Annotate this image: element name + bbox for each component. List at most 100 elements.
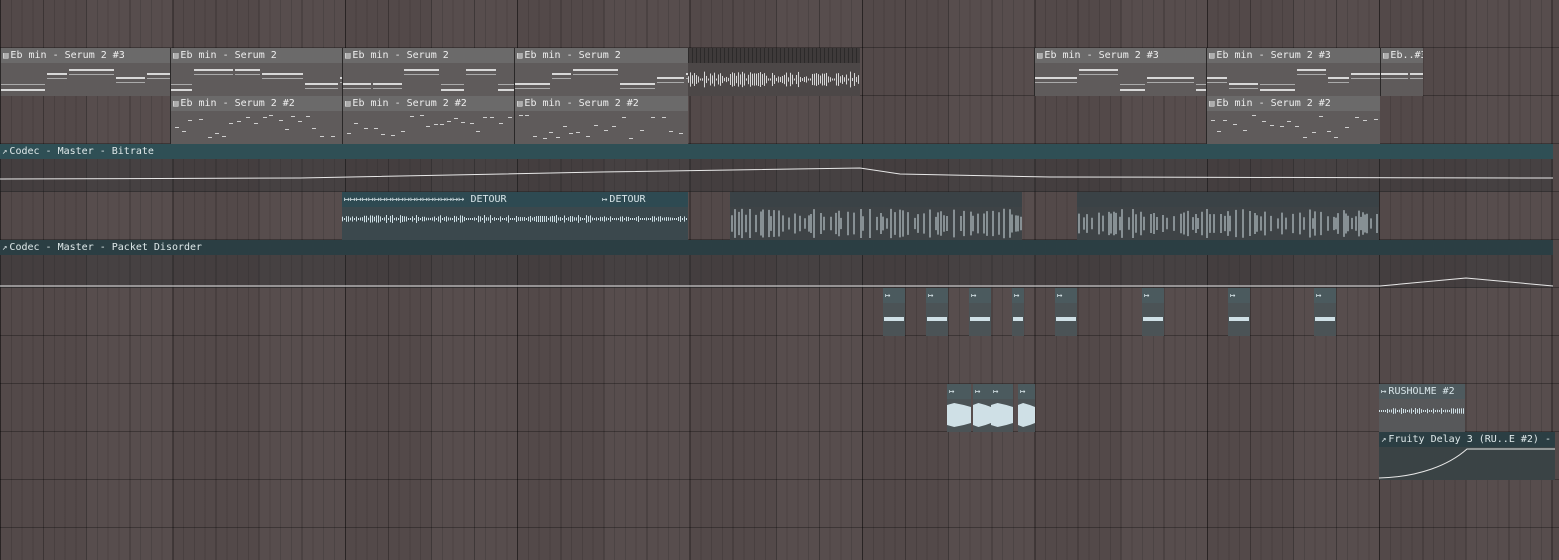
note-preview	[171, 63, 342, 96]
audio-clip-chop[interactable]: ↦	[1018, 384, 1035, 432]
automation-icon: ↗	[2, 147, 8, 157]
automation-curve	[0, 255, 1553, 288]
audio-clip-rusholme[interactable]: ↦ RUSHOLME #2	[1379, 384, 1465, 432]
waveform-graphic	[884, 317, 904, 321]
audio-clip-icon: ↦	[975, 387, 981, 397]
note-preview	[1, 63, 170, 96]
waveform	[947, 399, 971, 432]
pattern-clip-serum2-3[interactable]: ▤ Eb min - Serum 2 #3	[0, 48, 170, 96]
piano-roll-icon: ▤	[1209, 51, 1215, 61]
waveform	[342, 207, 600, 240]
waveform-graphic	[731, 208, 1022, 239]
waveform	[1379, 399, 1465, 432]
note-preview	[515, 111, 688, 144]
audio-clip-icon: ↦	[1381, 387, 1387, 397]
waveform-graphic	[1078, 208, 1378, 239]
audio-clip-icon: ↦	[949, 387, 955, 397]
waveform-graphic	[688, 71, 859, 88]
waveform	[1142, 303, 1164, 336]
audio-clip-chop[interactable]: ↦	[991, 384, 1013, 432]
note-preview	[1381, 63, 1423, 96]
pattern-clip-serum2-2[interactable]: ▤ Eb min - Serum 2 #2	[514, 96, 688, 144]
waveform	[1012, 303, 1024, 336]
waveform-graphic	[1143, 317, 1163, 321]
pattern-clip-serum2-2[interactable]: ▤ Eb min - Serum 2 #2	[342, 96, 514, 144]
audio-clip-hit[interactable]: ↦	[969, 288, 991, 336]
automation-clip-codec-bitrate[interactable]: ↗ Codec - Master - Bitrate	[0, 144, 1553, 192]
audio-clip-transient-slices[interactable]	[1077, 192, 1379, 240]
waveform-graphic	[1229, 317, 1249, 321]
audio-clip-icon: ↦	[1316, 291, 1322, 301]
audio-clip-icon: ↦	[993, 387, 999, 397]
audio-clip-chop[interactable]: ↦	[973, 384, 991, 432]
pattern-clip-serum2-3[interactable]: ▤ Eb min - Serum 2 #3	[1206, 48, 1380, 96]
audio-clip-chop[interactable]: ↦	[947, 384, 971, 432]
audio-clip-transient-slices[interactable]	[730, 192, 1022, 240]
waveform-graphic	[927, 317, 947, 321]
automation-curve	[0, 159, 1553, 192]
piano-roll-icon: ▤	[1209, 99, 1215, 109]
automation-curve	[1379, 447, 1555, 480]
waveform-graphic	[947, 403, 971, 427]
waveform	[1228, 303, 1250, 336]
note-preview	[1207, 111, 1380, 144]
waveform	[1077, 207, 1379, 240]
audio-clip-hit[interactable]: ↦	[1012, 288, 1024, 336]
audio-clip-detour[interactable]: ↦ DETOUR	[600, 192, 688, 240]
audio-clip-detour-slices[interactable]: ↦↦↦↦↦↦↦↦↦↦↦↦↦↦↦↦↦↦↦↦ DETOUR	[342, 192, 600, 240]
pattern-clip-serum2[interactable]: ▤ Eb min - Serum 2	[342, 48, 514, 96]
playlist-area[interactable]: ▤ Eb min - Serum 2 #3 ▤ Eb min - Serum 2 ▤…	[0, 0, 1559, 560]
automation-curve-graphic	[0, 277, 1553, 287]
audio-clip-hit[interactable]: ↦	[1314, 288, 1336, 336]
pattern-clip-serum2-3[interactable]: ▤ Eb min - Serum 2 #3	[1034, 48, 1206, 96]
audio-clip-icon: ↦	[1020, 387, 1026, 397]
pattern-clip-serum2-2[interactable]: ▤ Eb min - Serum 2 #2	[1206, 96, 1380, 144]
waveform-graphic	[1056, 317, 1076, 321]
piano-roll-icon: ▤	[517, 99, 523, 109]
audio-clip-slices[interactable]	[688, 48, 860, 96]
pattern-clip-serum2-3-short[interactable]: ▤ Eb..#3	[1380, 48, 1423, 96]
audio-clip-icon: ↦	[928, 291, 934, 301]
piano-roll-icon: ▤	[173, 99, 179, 109]
waveform	[688, 63, 860, 96]
waveform	[1018, 399, 1035, 432]
pattern-clip-serum2[interactable]: ▤ Eb min - Serum 2	[514, 48, 688, 96]
pattern-clip-serum2-2[interactable]: ▤ Eb min - Serum 2 #2	[170, 96, 342, 144]
audio-clip-hit[interactable]: ↦	[1228, 288, 1250, 336]
waveform-graphic	[1013, 317, 1023, 321]
note-preview	[1035, 63, 1206, 96]
waveform	[883, 303, 905, 336]
waveform	[969, 303, 991, 336]
note-preview	[171, 111, 342, 144]
audio-clip-hit[interactable]: ↦	[926, 288, 948, 336]
piano-roll-icon: ▤	[345, 51, 351, 61]
waveform-graphic	[1315, 317, 1335, 321]
waveform-graphic	[1018, 403, 1035, 427]
pattern-clip-serum2[interactable]: ▤ Eb min - Serum 2	[170, 48, 342, 96]
piano-roll-icon: ▤	[345, 99, 351, 109]
piano-roll-icon: ▤	[173, 51, 179, 61]
note-preview	[343, 63, 514, 96]
waveform	[1055, 303, 1077, 336]
waveform	[991, 399, 1013, 432]
automation-curve-graphic	[0, 167, 1553, 180]
automation-clip-codec-packet-disorder[interactable]: ↗ Codec - Master - Packet Disorder	[0, 240, 1553, 288]
audio-clip-icon: ↦	[1144, 291, 1150, 301]
waveform	[600, 207, 688, 240]
waveform	[1314, 303, 1336, 336]
piano-roll-icon: ▤	[1383, 51, 1389, 61]
waveform	[973, 399, 991, 432]
waveform-graphic	[1379, 408, 1464, 414]
audio-clip-hit[interactable]: ↦	[883, 288, 905, 336]
waveform	[730, 207, 1022, 240]
piano-roll-icon: ▤	[517, 51, 523, 61]
slice-markers: ↦↦↦↦↦↦↦↦↦↦↦↦↦↦↦↦↦↦↦↦	[344, 194, 465, 205]
audio-clip-hit[interactable]: ↦	[1142, 288, 1164, 336]
audio-clip-icon: ↦	[602, 195, 608, 205]
audio-clip-hit[interactable]: ↦	[1055, 288, 1077, 336]
waveform-graphic	[342, 215, 599, 223]
audio-clip-icon: ↦	[971, 291, 977, 301]
automation-icon: ↗	[1381, 435, 1387, 445]
automation-clip-fruity-delay-mix[interactable]: ↗Fruity Delay 3 (RU..E #2) - Mix level	[1379, 432, 1555, 480]
audio-clip-icon: ↦	[1057, 291, 1063, 301]
